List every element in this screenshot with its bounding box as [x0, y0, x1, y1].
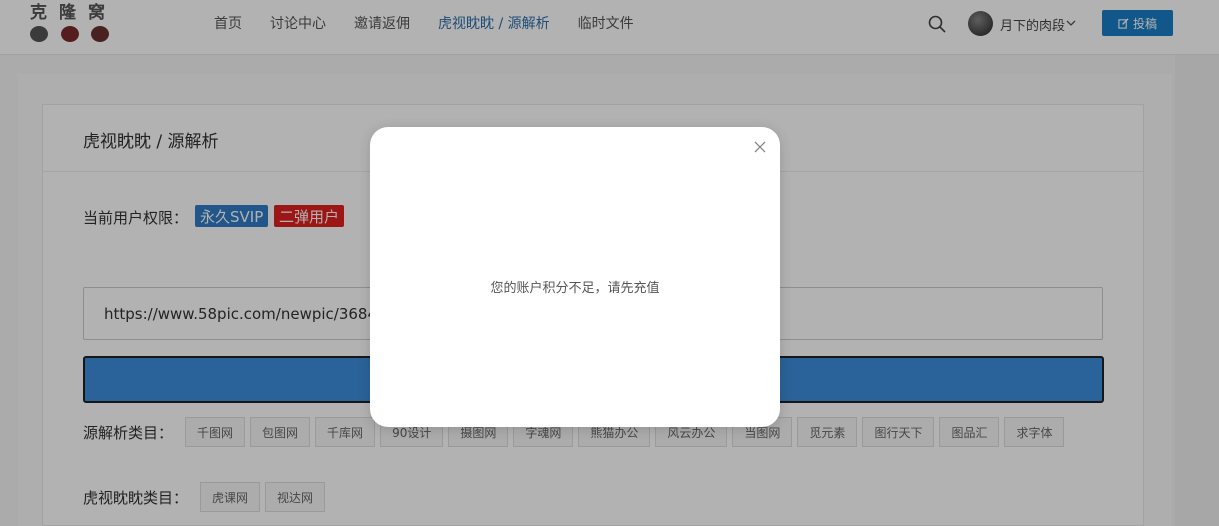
modal-message: 您的账户积分不足，请先充值	[490, 281, 660, 296]
alert-modal: 您的账户积分不足，请先充值	[370, 127, 780, 427]
close-icon[interactable]	[753, 140, 767, 154]
